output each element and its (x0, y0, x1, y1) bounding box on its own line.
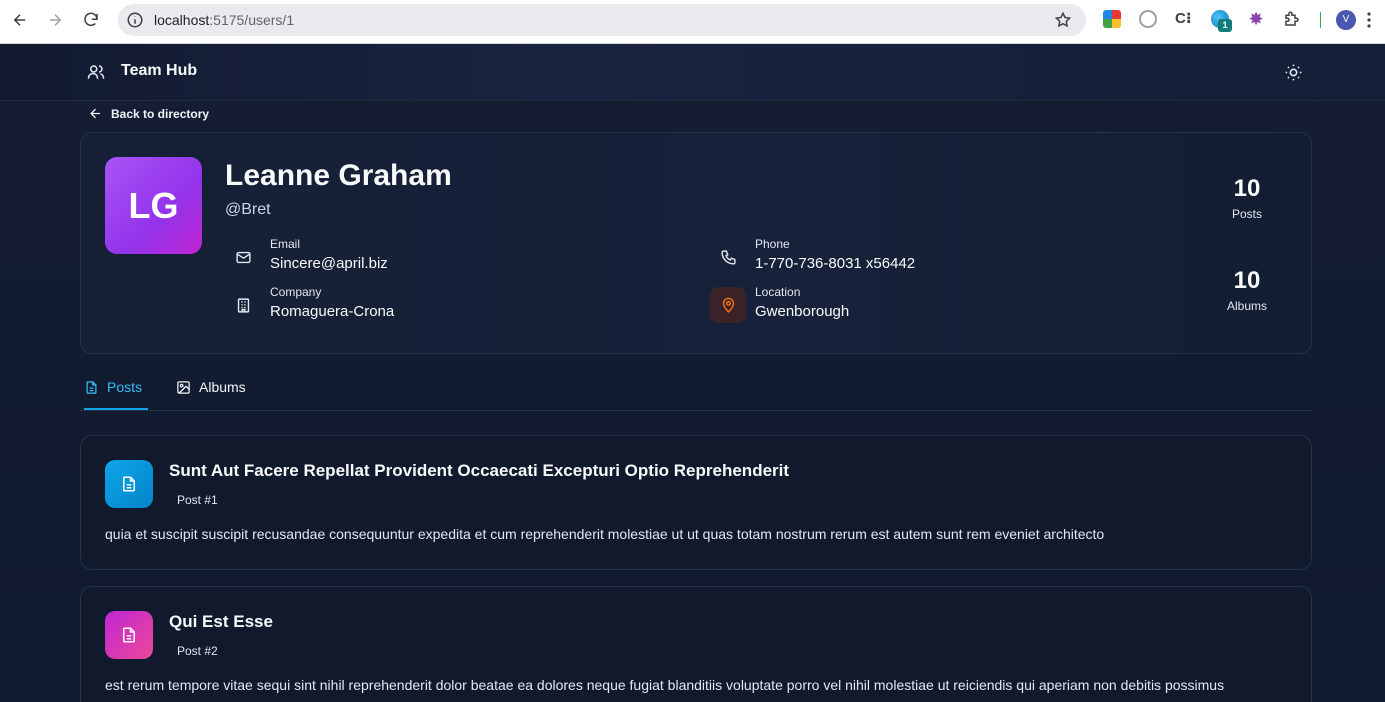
post-number: Post #1 (177, 493, 218, 507)
post-body: est rerum tempore vitae sequi sint nihil… (105, 677, 1225, 693)
arrow-left-icon (90, 108, 100, 119)
email-field: Email Sincere@april.biz (225, 237, 625, 277)
albums-stat: 10 Albums (1207, 267, 1287, 313)
post-title[interactable]: Sunt Aut Facere Repellat Provident Occae… (169, 461, 789, 481)
phone-label: Phone (755, 237, 790, 251)
back-arrow-icon[interactable] (8, 8, 32, 32)
site-info-icon[interactable] (126, 11, 144, 29)
posts-count: 10 (1233, 175, 1261, 202)
extension-badge: 1 (1218, 19, 1232, 32)
post-card[interactable]: Qui Est Esse Post #2 est rerum tempore v… (80, 586, 1312, 702)
extensions-puzzle-icon[interactable] (1283, 10, 1301, 28)
avatar: LG (105, 157, 202, 254)
brand-name[interactable]: Team Hub (121, 62, 197, 80)
back-link-label: Back to directory (111, 106, 210, 121)
address-bar[interactable]: localhost:5175/users/1 (118, 4, 1086, 36)
browser-menu-icon[interactable] (1366, 10, 1372, 30)
browser-chrome: localhost:5175/users/1 C⁝ 1 ✸ V (0, 0, 1385, 44)
profile-card: LG Leanne Graham @Bret Email Sincere@apr… (80, 132, 1312, 354)
extension-timer-icon[interactable] (1139, 10, 1157, 28)
toolbar-separator (1320, 12, 1321, 28)
email-value[interactable]: Sincere@april.biz (270, 255, 388, 272)
building-icon (225, 287, 261, 323)
profile-avatar[interactable]: V (1336, 10, 1356, 30)
post-card[interactable]: Sunt Aut Facere Repellat Provident Occae… (80, 435, 1312, 570)
albums-stat-label: Albums (1226, 299, 1267, 313)
top-navbar: Team Hub (0, 44, 1385, 101)
company-label: Company (270, 285, 322, 299)
extension-gear-icon[interactable]: ✸ (1247, 10, 1265, 28)
image-icon (177, 381, 190, 394)
company-field: Company Romaguera-Crona (225, 285, 625, 325)
mail-icon (225, 239, 261, 275)
post-body: quia et suscipit suscipit recusandae con… (105, 526, 1105, 542)
extension-colorful-icon[interactable] (1103, 10, 1121, 28)
tab-posts[interactable]: Posts (84, 379, 148, 410)
post-number: Post #2 (177, 644, 218, 658)
location-field: Location Gwenborough (710, 285, 1110, 325)
file-text-icon (86, 381, 97, 394)
document-icon (105, 460, 153, 508)
albums-count: 10 (1233, 267, 1261, 294)
phone-icon (710, 239, 746, 275)
user-handle: @Bret (225, 201, 271, 218)
reload-icon[interactable] (79, 8, 103, 32)
sun-icon[interactable] (1284, 63, 1303, 82)
phone-value[interactable]: 1-770-736-8031 x56442 (755, 255, 915, 272)
users-icon (87, 65, 105, 79)
company-value: Romaguera-Crona (270, 303, 395, 320)
tab-albums-label: Albums (199, 379, 246, 395)
post-title[interactable]: Qui Est Esse (169, 612, 273, 632)
content-tabs: Posts Albums (80, 369, 1312, 411)
user-name: Leanne Graham (225, 159, 452, 192)
tab-albums[interactable]: Albums (176, 379, 246, 410)
document-icon (105, 611, 153, 659)
posts-stat: 10 Posts (1207, 175, 1287, 221)
location-label: Location (755, 285, 801, 299)
back-to-directory-link[interactable]: Back to directory (88, 106, 209, 121)
email-label: Email (270, 237, 301, 251)
map-pin-icon (710, 287, 746, 323)
phone-field: Phone 1-770-736-8031 x56442 (710, 237, 1110, 277)
url-text: localhost:5175/users/1 (154, 12, 295, 28)
tab-posts-label: Posts (107, 379, 143, 395)
extension-code-icon[interactable]: C⁝ (1175, 10, 1193, 28)
posts-stat-label: Posts (1231, 207, 1262, 221)
app-root: Team Hub Back to directory LG Leanne Gra… (0, 44, 1385, 702)
bookmark-star-icon[interactable] (1054, 11, 1072, 29)
location-value: Gwenborough (755, 303, 850, 320)
forward-arrow-icon[interactable] (43, 8, 67, 32)
